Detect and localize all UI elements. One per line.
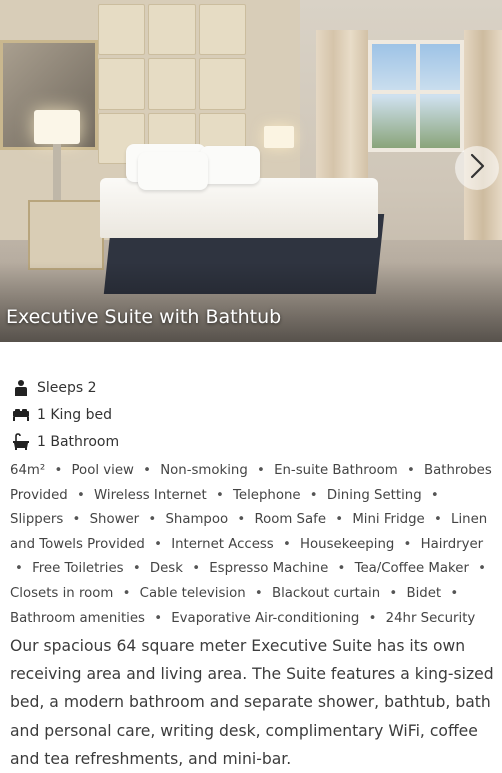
amenity-item: Tea/Coffee Maker: [354, 561, 469, 577]
amenity-item: Pool view: [71, 463, 134, 478]
bullet-separator: •: [143, 463, 151, 478]
bullet-separator: •: [15, 561, 23, 577]
carousel-next-button[interactable]: [455, 146, 499, 190]
bullet-separator: •: [450, 585, 459, 601]
pillow: [138, 152, 208, 190]
amenity-item: En-suite Bathroom: [274, 463, 398, 478]
amenity-item: Room Safe: [254, 512, 326, 528]
bullet-separator: •: [389, 585, 398, 601]
amenity-item: Non-smoking: [160, 463, 248, 478]
bullet-separator: •: [257, 463, 265, 478]
amenity-item: Hairdryer: [420, 536, 484, 552]
fact-beds: 1 King bed: [10, 401, 119, 428]
amenity-item: Wireless Internet: [94, 487, 207, 503]
bullet-separator: •: [282, 536, 291, 552]
room-title: Executive Suite with Bathtub: [6, 306, 282, 328]
amenity-item: 64m²: [10, 463, 46, 478]
amenities-list: 64m² • Pool view • Non-smoking • En-suit…: [10, 459, 498, 631]
bullet-separator: •: [368, 610, 377, 626]
bullet-separator: •: [76, 487, 85, 503]
bullet-separator: •: [406, 463, 415, 478]
room-window: [368, 40, 464, 152]
bullet-separator: •: [335, 512, 344, 528]
bullet-separator: •: [132, 561, 141, 577]
amenity-item: Internet Access: [171, 536, 274, 552]
lamp-base: [53, 144, 61, 200]
chevron-right-icon: [468, 153, 486, 183]
amenity-item: Shower: [89, 512, 140, 528]
fact-bathrooms: 1 Bathroom: [10, 428, 119, 455]
bullet-separator: •: [337, 561, 346, 577]
bullet-separator: •: [478, 561, 487, 577]
amenity-item: Closets in room: [10, 585, 114, 601]
amenity-item: Bidet: [406, 585, 442, 601]
bathtub-icon: [10, 432, 32, 451]
room-photo: Executive Suite with Bathtub: [0, 0, 502, 342]
fact-label: 1 King bed: [37, 406, 113, 423]
bullet-separator: •: [154, 610, 163, 626]
amenity-item: Bathroom amenities: [10, 610, 145, 626]
amenity-item: Slippers: [10, 512, 64, 528]
amenity-item: Telephone: [233, 487, 301, 503]
bullet-separator: •: [254, 585, 263, 601]
bedside-lamp: [264, 126, 294, 148]
fact-label: Sleeps 2: [37, 379, 97, 396]
amenity-item: Free Toiletries: [32, 561, 124, 577]
amenity-item: Evaporative Air-conditioning: [171, 610, 360, 626]
bullet-separator: •: [430, 487, 439, 503]
amenity-item: Mini Fridge: [352, 512, 425, 528]
lamp-shade: [34, 110, 80, 144]
amenity-item: Blackout curtain: [271, 585, 381, 601]
pillow: [200, 146, 260, 184]
person-icon: [10, 379, 32, 397]
bed-icon: [10, 406, 32, 424]
bullet-separator: •: [237, 512, 246, 528]
amenity-item: Desk: [149, 561, 183, 577]
amenity-item: Espresso Machine: [209, 561, 329, 577]
fact-label: 1 Bathroom: [37, 433, 120, 450]
fact-sleeps: Sleeps 2: [10, 374, 119, 401]
photo-gradient: [0, 262, 502, 342]
bullet-separator: •: [215, 487, 224, 503]
amenity-item: 24hr Security: [385, 610, 476, 626]
bullet-separator: •: [54, 463, 63, 478]
amenity-item: Dining Setting: [326, 487, 422, 503]
bullet-separator: •: [433, 512, 442, 528]
bullet-separator: •: [122, 585, 131, 601]
nightstand: [28, 200, 104, 270]
amenity-item: Cable television: [139, 585, 246, 601]
bullet-separator: •: [72, 512, 81, 528]
bullet-separator: •: [403, 536, 412, 552]
room-description: Our spacious 64 square meter Executive S…: [10, 637, 494, 768]
bullet-separator: •: [148, 512, 157, 528]
bullet-separator: •: [192, 561, 201, 577]
room-facts: Sleeps 2 1 King bed 1 Bathroom: [10, 374, 119, 455]
curtain-right: [464, 30, 502, 250]
bullet-separator: •: [309, 487, 318, 503]
amenity-item: Shampoo: [165, 512, 229, 528]
headboard-panels: [98, 4, 246, 164]
amenity-item: Housekeeping: [300, 536, 395, 552]
bullet-separator: •: [154, 536, 162, 552]
